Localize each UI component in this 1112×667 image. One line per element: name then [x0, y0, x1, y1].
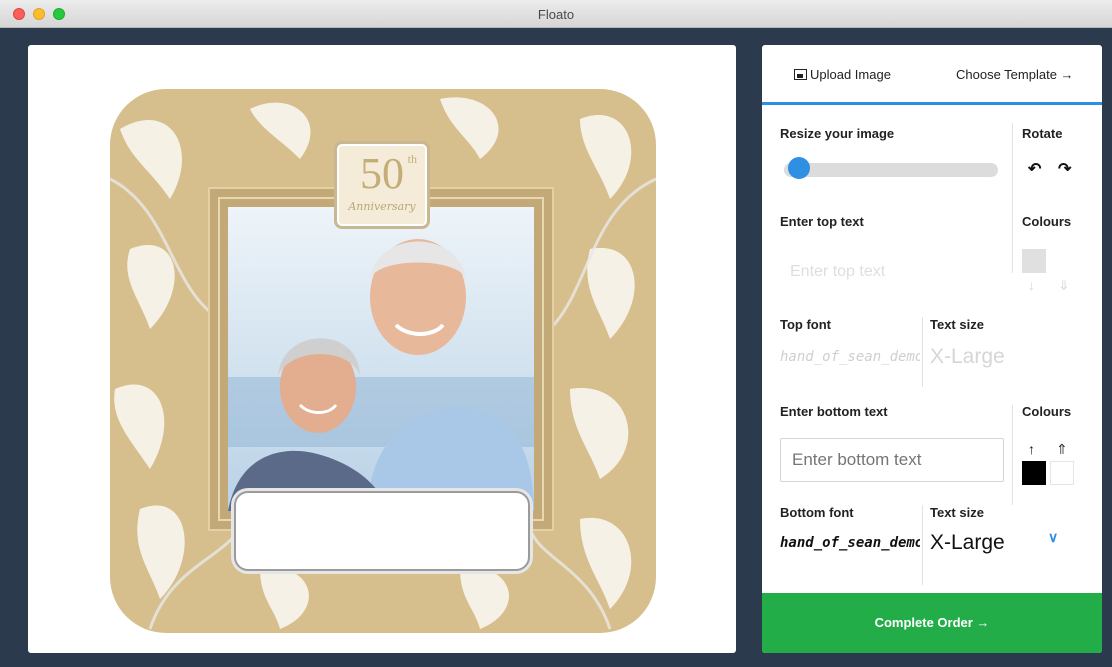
window-titlebar: Floato	[0, 0, 1112, 28]
top-text-input[interactable]: Enter top text	[790, 263, 885, 281]
top-font-select[interactable]: hand_of_sean_demo	[780, 349, 920, 365]
badge-suffix: th	[407, 152, 417, 166]
resize-label: Resize your image	[780, 126, 895, 141]
resize-slider-handle[interactable]	[787, 157, 810, 179]
image-icon	[794, 69, 807, 80]
bottom-font-select[interactable]: hand_of_sean_demo	[780, 535, 920, 551]
sidebar-tabs: Upload Image Choose Template →	[762, 45, 1102, 105]
resize-slider-track[interactable]	[784, 163, 998, 177]
bottom-text-area[interactable]	[234, 491, 530, 571]
column-divider	[1012, 123, 1013, 273]
bottom-text-label: Enter bottom text	[780, 404, 888, 419]
bottom-colours-label: Colours	[1022, 404, 1072, 419]
rotate-left-icon[interactable]: ↶	[1028, 159, 1041, 179]
top-colour-down-arrow[interactable]: ↓	[1028, 277, 1035, 293]
bottom-text-size-label: Text size	[930, 505, 984, 520]
window-title: Floato	[537, 7, 575, 22]
uploaded-photo[interactable]	[228, 207, 534, 511]
column-divider-bottom	[1012, 405, 1013, 505]
top-text-size-label: Text size	[930, 317, 984, 332]
top-colour-swatch[interactable]	[1022, 249, 1046, 273]
tab-upload-image[interactable]: Upload Image	[794, 67, 891, 82]
bottom-font-label: Bottom font	[780, 505, 854, 520]
font-size-divider	[922, 317, 923, 387]
tab-choose-template[interactable]: Choose Template →	[956, 67, 1074, 82]
bottom-text-input[interactable]	[780, 438, 1004, 482]
photo-frame	[210, 189, 552, 529]
coaster-card: th 50 Anniversary floato	[110, 89, 656, 633]
tab-upload-label: Upload Image	[810, 67, 891, 82]
chevron-down-icon[interactable]: ∨	[1048, 529, 1058, 546]
bottom-colour-alt-arrow[interactable]: ⇑	[1056, 441, 1068, 458]
top-colour-alt-arrow[interactable]: ⇓	[1058, 277, 1070, 294]
bottom-colour-up-arrow[interactable]: ↑	[1028, 441, 1035, 457]
couple-photo-illustration	[228, 207, 534, 511]
top-colours-label: Colours	[1022, 214, 1072, 229]
top-font-label: Top font	[780, 317, 832, 332]
bottom-colour-white-swatch[interactable]	[1050, 461, 1074, 485]
complete-order-button[interactable]: Complete Order →	[762, 593, 1102, 653]
top-text-size-select[interactable]: X-Large	[930, 345, 1005, 369]
rotate-right-icon[interactable]: ↷	[1058, 159, 1071, 179]
rotate-label: Rotate	[1022, 126, 1063, 141]
bottom-font-size-divider	[922, 505, 923, 585]
bottom-text-size-select[interactable]: X-Large	[930, 531, 1005, 555]
top-text-label: Enter top text	[780, 214, 864, 229]
design-canvas: th 50 Anniversary floato	[28, 45, 736, 653]
editor-sidebar: Upload Image Choose Template → Resize yo…	[762, 45, 1102, 653]
badge-script-text: Anniversary	[348, 200, 416, 213]
bottom-colour-black-swatch[interactable]	[1022, 461, 1046, 485]
anniversary-badge: th 50 Anniversary	[334, 141, 430, 229]
